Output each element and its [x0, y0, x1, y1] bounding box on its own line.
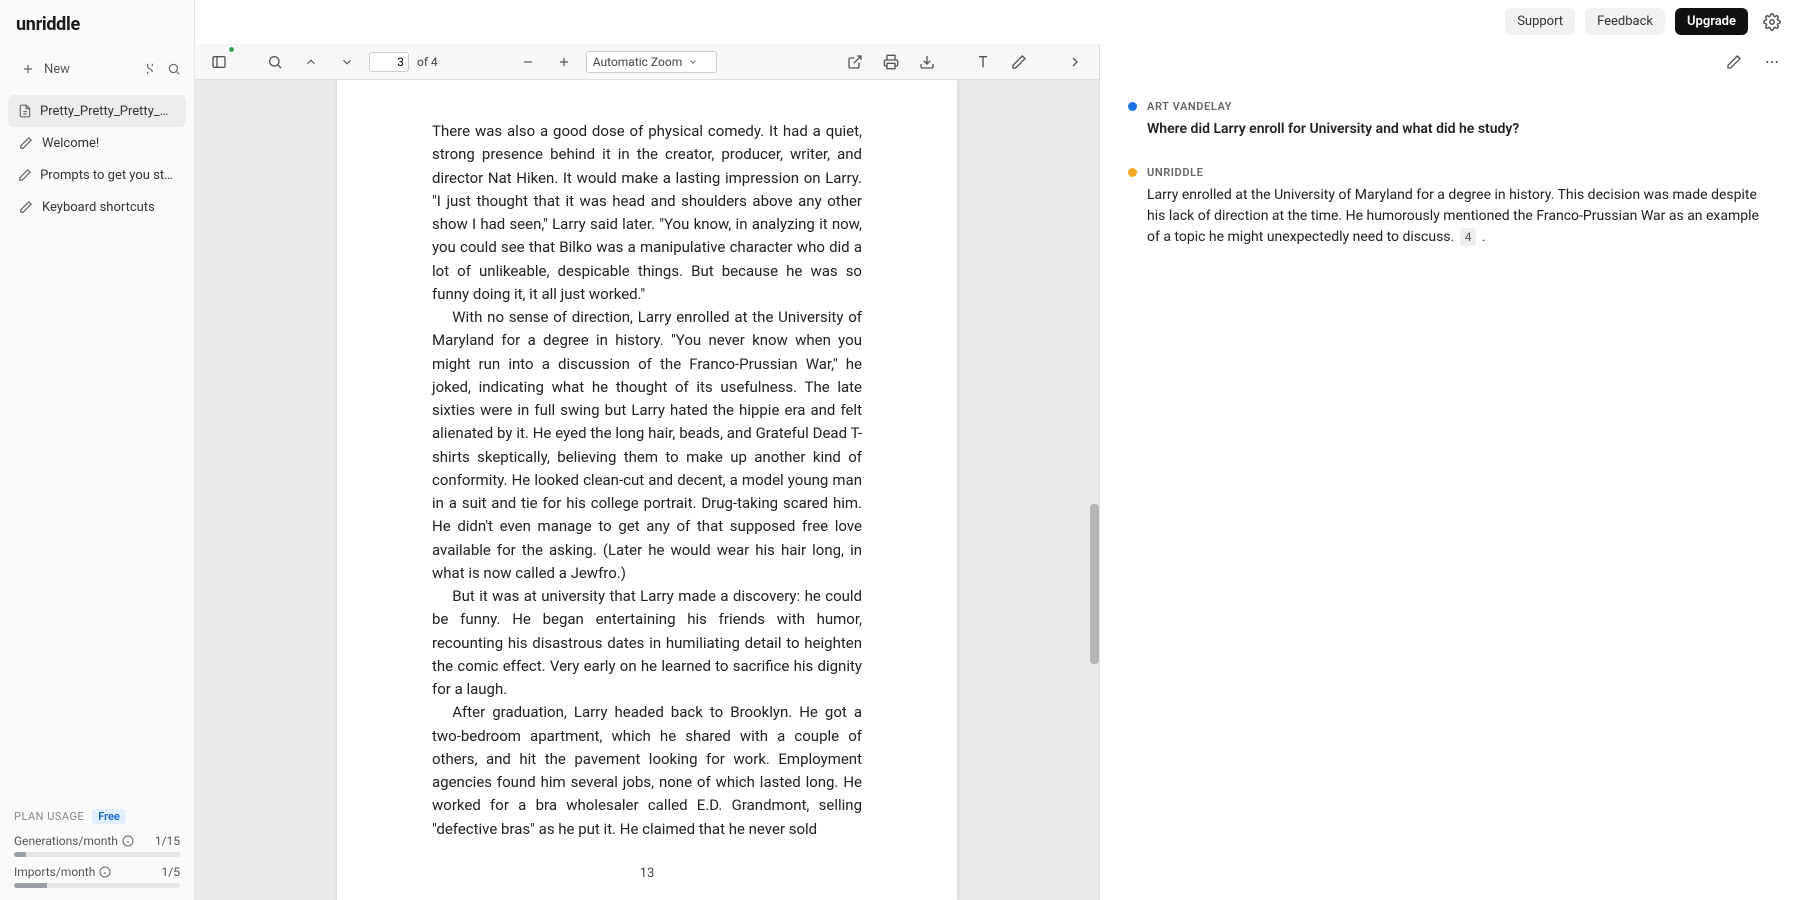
- page-input[interactable]: [369, 52, 409, 72]
- chat-header: [1100, 44, 1800, 80]
- usage-panel: PLAN USAGE Free Generations/month 1/15 I…: [0, 797, 194, 900]
- more-tools-icon[interactable]: [1061, 48, 1089, 76]
- zoom-select[interactable]: Automatic Zoom: [586, 51, 717, 73]
- page-paragraph: But it was at university that Larry made…: [432, 585, 862, 701]
- pencil-icon: [18, 167, 32, 183]
- pdf-toolbar: of 4 Automatic Zoom: [195, 44, 1099, 80]
- nav-item-label: Welcome!: [42, 136, 99, 151]
- usage-row-label: Imports/month: [14, 865, 95, 879]
- pencil-icon: [18, 135, 34, 151]
- user-dot-icon: [1128, 102, 1137, 111]
- usage-row-value: 1/5: [162, 865, 180, 879]
- message-author: UNRIDDLE: [1147, 166, 1203, 179]
- topbar: Support Feedback Upgrade: [195, 0, 1800, 44]
- chat-message-user: ART VANDELAY Where did Larry enroll for …: [1128, 100, 1772, 140]
- upgrade-button[interactable]: Upgrade: [1675, 8, 1748, 35]
- message-text: Larry enrolled at the University of Mary…: [1147, 185, 1772, 248]
- nav-item-prompts[interactable]: Prompts to get you started: [8, 159, 186, 191]
- nav-item-shortcuts[interactable]: Keyboard shortcuts: [8, 191, 186, 223]
- plan-tag: Free: [92, 809, 126, 824]
- new-button[interactable]: New: [12, 55, 134, 83]
- branch-icon[interactable]: [142, 61, 158, 77]
- page-of-label: of 4: [417, 55, 438, 69]
- page-number: 13: [337, 864, 957, 884]
- nav-item-welcome[interactable]: Welcome!: [8, 127, 186, 159]
- prev-page-icon[interactable]: [297, 48, 325, 76]
- settings-icon[interactable]: [1758, 8, 1786, 36]
- open-external-icon[interactable]: [841, 48, 869, 76]
- brand-title: unriddle: [0, 0, 194, 49]
- page-paragraph: With no sense of direction, Larry enroll…: [432, 306, 862, 585]
- print-icon[interactable]: [877, 48, 905, 76]
- pdf-scroll[interactable]: There was also a good dose of physical c…: [195, 80, 1099, 900]
- usage-title: PLAN USAGE: [14, 810, 84, 823]
- find-icon[interactable]: [261, 48, 289, 76]
- message-text-content: Larry enrolled at the University of Mary…: [1147, 187, 1759, 245]
- edit-icon[interactable]: [1720, 48, 1748, 76]
- message-text-tail: .: [1478, 229, 1485, 245]
- draw-tool-icon[interactable]: [1005, 48, 1033, 76]
- text-tool-icon[interactable]: [969, 48, 997, 76]
- new-label: New: [44, 62, 70, 77]
- next-page-icon[interactable]: [333, 48, 361, 76]
- chat-pane: ART VANDELAY Where did Larry enroll for …: [1100, 44, 1800, 900]
- notification-dot: [228, 46, 235, 53]
- file-icon: [18, 103, 32, 119]
- chat-message-assistant: UNRIDDLE Larry enrolled at the Universit…: [1128, 166, 1772, 248]
- main-area: Support Feedback Upgrade of 4 Automatic …: [195, 0, 1800, 900]
- citation-badge[interactable]: 4: [1460, 228, 1477, 246]
- page-paragraph: There was also a good dose of physical c…: [432, 120, 862, 306]
- search-icon[interactable]: [166, 61, 182, 77]
- zoom-label: Automatic Zoom: [593, 55, 682, 69]
- zoom-in-icon[interactable]: [550, 48, 578, 76]
- more-icon[interactable]: [1758, 48, 1786, 76]
- chevron-down-icon: [688, 57, 698, 67]
- plus-icon: [20, 61, 36, 77]
- usage-meter: [14, 883, 180, 888]
- feedback-button[interactable]: Feedback: [1585, 8, 1665, 35]
- message-text: Where did Larry enroll for University an…: [1147, 119, 1772, 140]
- nav-item-label: Prompts to get you started: [40, 168, 176, 183]
- support-button[interactable]: Support: [1505, 8, 1575, 35]
- nav-item-document[interactable]: Pretty_Pretty_Pretty_Good_: [8, 95, 186, 127]
- assistant-dot-icon: [1128, 168, 1137, 177]
- usage-meter: [14, 852, 180, 857]
- usage-row-label: Generations/month: [14, 834, 118, 848]
- scrollbar-thumb[interactable]: [1090, 504, 1099, 664]
- nav-item-label: Keyboard shortcuts: [42, 200, 155, 215]
- info-icon[interactable]: [99, 866, 111, 878]
- download-icon[interactable]: [913, 48, 941, 76]
- pdf-page: There was also a good dose of physical c…: [337, 80, 957, 900]
- zoom-out-icon[interactable]: [514, 48, 542, 76]
- nav-item-label: Pretty_Pretty_Pretty_Good_: [40, 104, 176, 119]
- pencil-icon: [18, 199, 34, 215]
- usage-row-value: 1/15: [155, 834, 180, 848]
- chat-body: ART VANDELAY Where did Larry enroll for …: [1100, 80, 1800, 900]
- sidebar-toggle-icon[interactable]: [205, 48, 233, 76]
- sidebar: unriddle New Pretty_Pretty_Pretty_Good_ …: [0, 0, 195, 900]
- page-paragraph: After graduation, Larry headed back to B…: [432, 701, 862, 841]
- nav-list: Pretty_Pretty_Pretty_Good_ Welcome! Prom…: [0, 89, 194, 797]
- message-author: ART VANDELAY: [1147, 100, 1232, 113]
- info-icon[interactable]: [122, 835, 134, 847]
- pdf-pane: of 4 Automatic Zoom There was also a goo…: [195, 44, 1100, 900]
